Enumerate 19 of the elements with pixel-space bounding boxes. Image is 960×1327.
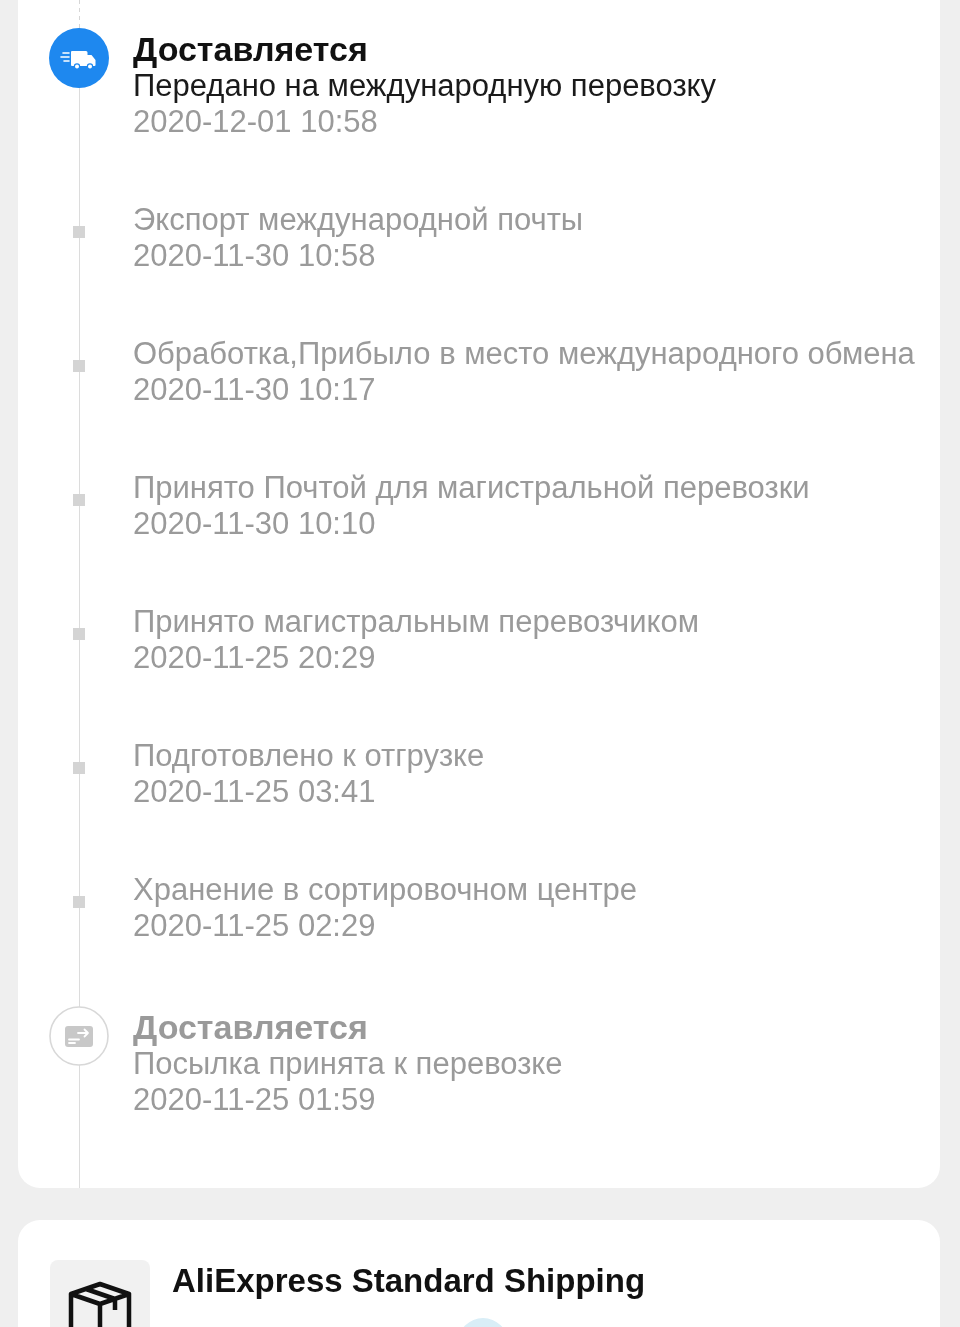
event-date: 2020-11-25 02:29 (133, 908, 377, 944)
event-description: Экспорт международной почты (133, 202, 585, 238)
event-title: Доставляется (133, 1008, 369, 1046)
carrier-name: AliExpress Standard Shipping (172, 1263, 646, 1299)
event-date: 2020-11-25 20:29 (133, 640, 377, 676)
event-date: 2020-11-30 10:10 (133, 506, 377, 542)
event-date: 2020-11-25 01:59 (133, 1082, 377, 1118)
event-description: Принято Почтой для магистральной перевозки (133, 470, 811, 506)
event-description: Принято магистральным перевозчиком (133, 604, 700, 640)
event-description: Обработка,Прибыло в место международного обмена (133, 336, 916, 372)
event-description: Подготовлено к отгрузке (133, 738, 486, 774)
event-title: Доставляется (133, 30, 369, 68)
event-description: Передано на международную перевозку (133, 68, 717, 104)
event-date: 2020-12-01 10:58 (133, 104, 379, 140)
event-description: Хранение в сортировочном центре (133, 872, 639, 908)
event-date: 2020-11-30 10:58 (133, 238, 377, 274)
event-description: Посылка принята к перевозке (133, 1046, 564, 1082)
event-date: 2020-11-25 03:41 (133, 774, 377, 810)
event-date: 2020-11-30 10:17 (133, 372, 377, 408)
